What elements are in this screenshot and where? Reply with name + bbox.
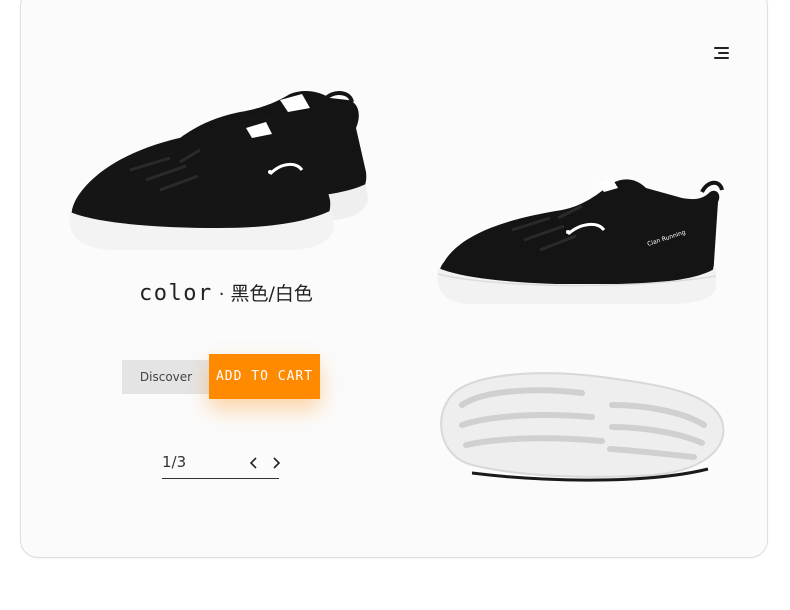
menu-icon[interactable] bbox=[714, 46, 730, 60]
add-to-cart-button[interactable]: ADD TO CART bbox=[209, 354, 320, 399]
chevron-right-icon[interactable] bbox=[270, 456, 282, 470]
chevron-left-icon[interactable] bbox=[248, 456, 260, 470]
pager: 1/3 bbox=[162, 452, 282, 479]
page-indicator: 1/3 bbox=[162, 453, 187, 471]
shoe-sole-image bbox=[440, 372, 725, 482]
discover-button[interactable]: Discover bbox=[122, 360, 210, 394]
shoe-side-image: Cian Running bbox=[437, 178, 724, 304]
color-separator: · bbox=[218, 284, 225, 305]
color-label: color bbox=[139, 281, 213, 306]
shoe-pair-image bbox=[69, 91, 368, 250]
color-info: color · 黑色/白色 bbox=[139, 279, 313, 306]
color-value: 黑色/白色 bbox=[230, 283, 313, 305]
